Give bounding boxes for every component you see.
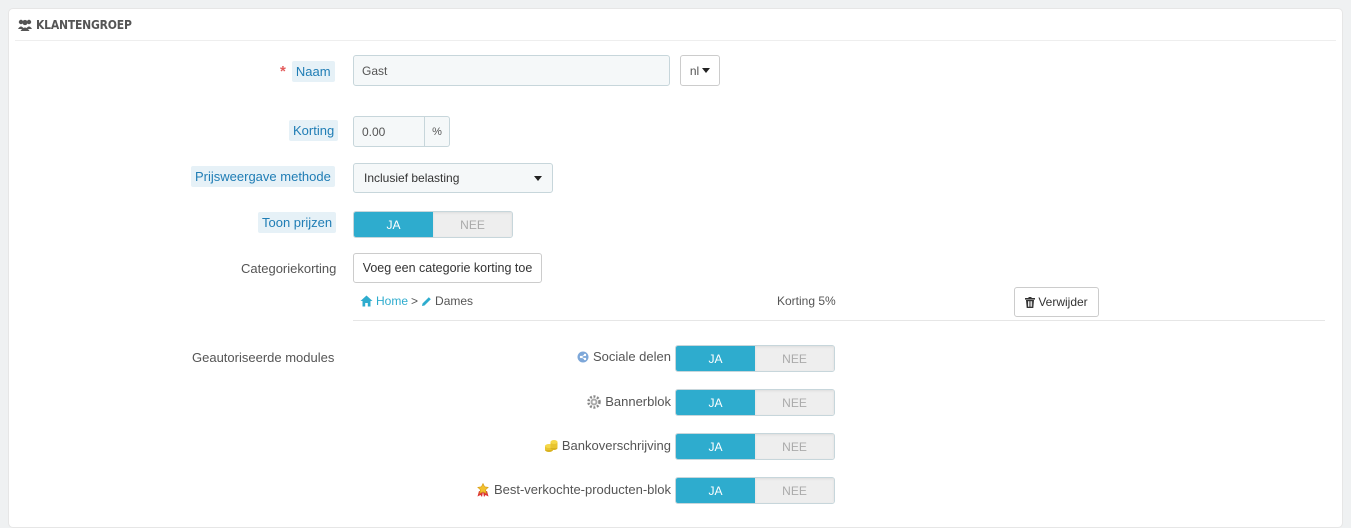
home-icon (360, 295, 373, 307)
delete-category-discount-button[interactable]: Verwijder (1014, 287, 1099, 317)
home-link[interactable]: Home (376, 294, 408, 308)
module-yes[interactable]: JA (676, 478, 755, 503)
name-label: Naam (291, 61, 335, 82)
module-yes[interactable]: JA (676, 390, 755, 415)
show-prices-label: Toon prijzen (258, 212, 337, 233)
module-yes[interactable]: JA (676, 434, 755, 459)
module-toggle-banner-block[interactable]: JA NEE (675, 389, 835, 416)
category-path: Home > Dames (360, 294, 473, 308)
discount-unit: % (425, 116, 450, 147)
discount-label: Korting (289, 120, 339, 141)
required-mark: * (280, 63, 286, 80)
show-prices-yes[interactable]: JA (354, 212, 433, 237)
module-no[interactable]: NEE (755, 434, 834, 459)
trash-icon (1025, 296, 1036, 308)
price-display-select[interactable]: Inclusief belasting (353, 163, 553, 193)
price-display-label: Prijsweergave methode (191, 166, 335, 187)
module-yes[interactable]: JA (676, 346, 755, 371)
show-prices-toggle[interactable]: JA NEE (353, 211, 513, 238)
module-item-best-sellers: Best-verkochte-producten-blok (400, 482, 671, 497)
module-name: Best-verkochte-producten-blok (493, 482, 671, 497)
module-no[interactable]: NEE (755, 390, 834, 415)
show-prices-label-wrap: Toon prijzen (258, 212, 337, 233)
add-category-discount-button[interactable]: Voeg een categorie korting toe (353, 253, 542, 283)
gear-icon (587, 394, 601, 409)
module-name: Sociale delen (592, 349, 671, 364)
name-label-group: * Naam (280, 61, 335, 82)
price-display-label-wrap: Prijsweergave methode (191, 166, 335, 187)
award-icon (476, 482, 490, 497)
coins-icon (544, 439, 558, 453)
module-item-social-share: Sociale delen (400, 349, 671, 364)
name-input-value: Gast (362, 63, 388, 78)
module-item-bank-transfer: Bankoverschrijving (400, 438, 671, 453)
price-display-selected: Inclusief belasting (364, 171, 460, 185)
category-name: Dames (435, 294, 474, 308)
module-item-banner-block: Bannerblok (400, 394, 671, 409)
discount-label-wrap: Korting (289, 120, 339, 141)
delete-label: Verwijder (1038, 295, 1088, 309)
discount-input[interactable]: 0.00 (353, 116, 425, 147)
module-toggle-bank-transfer[interactable]: JA NEE (675, 433, 835, 460)
modules-label: Geautoriseerde modules (192, 350, 335, 365)
module-no[interactable]: NEE (755, 478, 834, 503)
category-discount-label: Categoriekorting (241, 261, 337, 276)
caret-down-icon (702, 68, 711, 73)
module-name: Bannerblok (605, 394, 671, 409)
name-input[interactable]: Gast (353, 55, 670, 86)
users-icon (17, 19, 33, 31)
module-no[interactable]: NEE (755, 346, 834, 371)
discount-value: 0.00 (362, 124, 386, 139)
share-icon (577, 351, 589, 363)
path-separator: > (411, 294, 419, 308)
module-toggle-social-share[interactable]: JA NEE (675, 345, 835, 372)
pencil-icon (421, 296, 432, 307)
category-discount-row: Home > Dames Korting 5% Verwijder (353, 286, 1325, 321)
language-dropdown[interactable]: nl (680, 55, 720, 86)
category-discount-value: Korting 5% (777, 294, 836, 308)
panel-heading: KLANTENGROEP (15, 9, 1336, 41)
show-prices-no[interactable]: NEE (433, 212, 512, 237)
chevron-down-icon (534, 175, 542, 181)
module-toggle-best-sellers[interactable]: JA NEE (675, 477, 835, 504)
panel-title: KLANTENGROEP (36, 17, 132, 32)
module-name: Bankoverschrijving (561, 438, 671, 453)
language-value: nl (689, 63, 700, 78)
